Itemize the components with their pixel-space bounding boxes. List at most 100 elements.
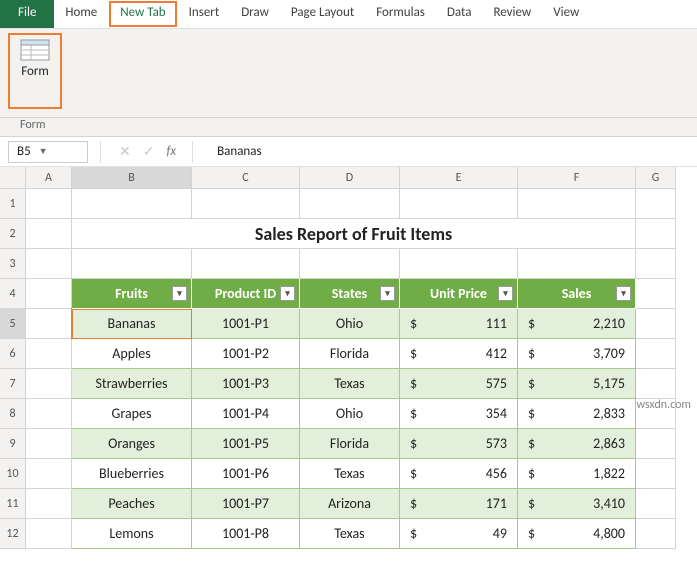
row-head-4[interactable]: 4 bbox=[0, 279, 26, 309]
cell-state[interactable]: Texas bbox=[300, 369, 400, 399]
table-header-fruits[interactable]: Fruits bbox=[72, 279, 192, 309]
cell-B3[interactable] bbox=[72, 249, 192, 279]
cell-F1[interactable] bbox=[518, 189, 636, 219]
cell-fruit[interactable]: Apples bbox=[72, 339, 192, 369]
cancel-icon[interactable]: ✕ bbox=[119, 143, 131, 160]
cell-G7[interactable] bbox=[636, 369, 676, 399]
formula-value[interactable]: Bananas bbox=[217, 144, 262, 159]
cell-fruit[interactable]: Oranges bbox=[72, 429, 192, 459]
tab-insert[interactable]: Insert bbox=[178, 0, 231, 28]
row-head-2[interactable]: 2 bbox=[0, 219, 26, 249]
cell-state[interactable]: Ohio bbox=[300, 399, 400, 429]
cell-state[interactable]: Texas bbox=[300, 519, 400, 549]
table-header-states[interactable]: States bbox=[300, 279, 400, 309]
filter-icon[interactable] bbox=[380, 286, 395, 301]
row-head-10[interactable]: 10 bbox=[0, 459, 26, 489]
name-box[interactable]: B5 ▼ bbox=[8, 141, 88, 163]
cell-sales[interactable]: $3,410 bbox=[518, 489, 636, 519]
cell-A10[interactable] bbox=[26, 459, 72, 489]
tab-page-layout[interactable]: Page Layout bbox=[280, 0, 365, 28]
cell-sales[interactable]: $1,822 bbox=[518, 459, 636, 489]
cell-G9[interactable] bbox=[636, 429, 676, 459]
cell-pid[interactable]: 1001-P6 bbox=[192, 459, 300, 489]
row-head-8[interactable]: 8 bbox=[0, 399, 26, 429]
cell-pid[interactable]: 1001-P1 bbox=[192, 309, 300, 339]
cell-C3[interactable] bbox=[192, 249, 300, 279]
cell-E3[interactable] bbox=[400, 249, 518, 279]
tab-home[interactable]: Home bbox=[54, 0, 108, 28]
cell-G4[interactable] bbox=[636, 279, 676, 309]
cell-pid[interactable]: 1001-P5 bbox=[192, 429, 300, 459]
cell-A12[interactable] bbox=[26, 519, 72, 549]
fx-icon[interactable]: fx bbox=[166, 144, 176, 159]
form-button[interactable]: Form bbox=[16, 37, 54, 81]
cell-state[interactable]: Arizona bbox=[300, 489, 400, 519]
tab-formulas[interactable]: Formulas bbox=[365, 0, 436, 28]
cell-fruit[interactable]: Blueberries bbox=[72, 459, 192, 489]
cell-fruit[interactable]: Lemons bbox=[72, 519, 192, 549]
cell-A2[interactable] bbox=[26, 219, 72, 249]
filter-icon[interactable] bbox=[280, 286, 295, 301]
cell-A1[interactable] bbox=[26, 189, 72, 219]
cell-A9[interactable] bbox=[26, 429, 72, 459]
filter-icon[interactable] bbox=[616, 286, 631, 301]
table-header-sales[interactable]: Sales bbox=[518, 279, 636, 309]
cell-B1[interactable] bbox=[72, 189, 192, 219]
tab-new-tab[interactable]: New Tab bbox=[109, 1, 176, 27]
worksheet-grid[interactable]: ABCDEFG12Sales Report of Fruit Items34Fr… bbox=[0, 167, 697, 549]
select-all-corner[interactable] bbox=[0, 167, 26, 189]
cell-A7[interactable] bbox=[26, 369, 72, 399]
cell-state[interactable]: Texas bbox=[300, 459, 400, 489]
cell-A8[interactable] bbox=[26, 399, 72, 429]
row-head-5[interactable]: 5 bbox=[0, 309, 26, 339]
cell-G12[interactable] bbox=[636, 519, 676, 549]
cell-price[interactable]: $354 bbox=[400, 399, 518, 429]
cell-pid[interactable]: 1001-P4 bbox=[192, 399, 300, 429]
cell-price[interactable]: $171 bbox=[400, 489, 518, 519]
col-head-C[interactable]: C bbox=[192, 167, 300, 189]
tab-review[interactable]: Review bbox=[482, 0, 542, 28]
cell-sales[interactable]: $2,210 bbox=[518, 309, 636, 339]
table-header-product-id[interactable]: Product ID bbox=[192, 279, 300, 309]
cell-E1[interactable] bbox=[400, 189, 518, 219]
tab-file[interactable]: File bbox=[0, 0, 54, 28]
row-head-12[interactable]: 12 bbox=[0, 519, 26, 549]
cell-state[interactable]: Florida bbox=[300, 339, 400, 369]
cell-fruit[interactable]: Bananas bbox=[72, 309, 192, 339]
col-head-G[interactable]: G bbox=[636, 167, 676, 189]
cell-sales[interactable]: $4,800 bbox=[518, 519, 636, 549]
cell-G11[interactable] bbox=[636, 489, 676, 519]
cell-A5[interactable] bbox=[26, 309, 72, 339]
cell-price[interactable]: $573 bbox=[400, 429, 518, 459]
cell-C1[interactable] bbox=[192, 189, 300, 219]
cell-sales[interactable]: $2,833 bbox=[518, 399, 636, 429]
col-head-D[interactable]: D bbox=[300, 167, 400, 189]
row-head-6[interactable]: 6 bbox=[0, 339, 26, 369]
cell-price[interactable]: $456 bbox=[400, 459, 518, 489]
filter-icon[interactable] bbox=[172, 286, 187, 301]
cell-G6[interactable] bbox=[636, 339, 676, 369]
cell-state[interactable]: Florida bbox=[300, 429, 400, 459]
cell-fruit[interactable]: Peaches bbox=[72, 489, 192, 519]
cell-pid[interactable]: 1001-P8 bbox=[192, 519, 300, 549]
cell-A11[interactable] bbox=[26, 489, 72, 519]
cell-price[interactable]: $575 bbox=[400, 369, 518, 399]
cell-pid[interactable]: 1001-P3 bbox=[192, 369, 300, 399]
cell-G1[interactable] bbox=[636, 189, 676, 219]
cell-G2[interactable] bbox=[636, 219, 676, 249]
row-head-3[interactable]: 3 bbox=[0, 249, 26, 279]
cell-price[interactable]: $412 bbox=[400, 339, 518, 369]
tab-view[interactable]: View bbox=[542, 0, 590, 28]
table-header-unit-price[interactable]: Unit Price bbox=[400, 279, 518, 309]
cell-D3[interactable] bbox=[300, 249, 400, 279]
cell-G3[interactable] bbox=[636, 249, 676, 279]
cell-sales[interactable]: $5,175 bbox=[518, 369, 636, 399]
col-head-B[interactable]: B bbox=[72, 167, 192, 189]
cell-price[interactable]: $49 bbox=[400, 519, 518, 549]
cell-pid[interactable]: 1001-P2 bbox=[192, 339, 300, 369]
cell-sales[interactable]: $3,709 bbox=[518, 339, 636, 369]
name-box-dropdown-icon[interactable]: ▼ bbox=[39, 146, 48, 157]
col-head-F[interactable]: F bbox=[518, 167, 636, 189]
cell-fruit[interactable]: Grapes bbox=[72, 399, 192, 429]
cell-price[interactable]: $111 bbox=[400, 309, 518, 339]
